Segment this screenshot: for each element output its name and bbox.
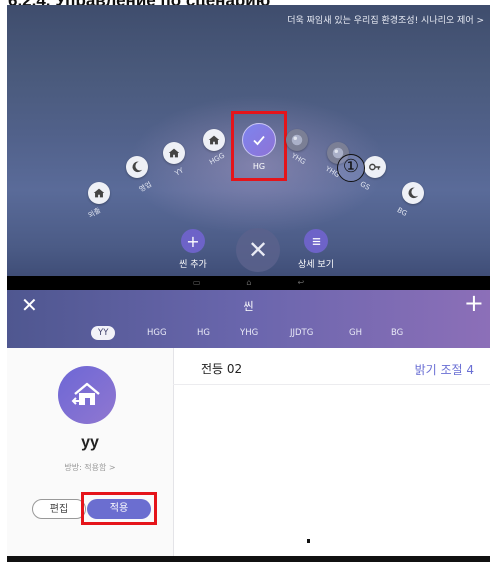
room-apply-link[interactable]: 방방: 적용함 > (7, 462, 173, 473)
recent-apps-icon[interactable]: ↩ (297, 279, 304, 287)
tab-bg[interactable]: BG (391, 326, 403, 340)
list-icon (304, 229, 328, 253)
scene-avatar (58, 366, 116, 424)
scene-bubble-9[interactable] (402, 182, 424, 204)
home-out-icon (93, 188, 105, 198)
scene-bubble-3[interactable] (163, 142, 185, 164)
android-nav-bar-bottom (7, 556, 490, 562)
tab-yhg[interactable]: YHG (240, 326, 258, 340)
moon-icon (132, 161, 143, 173)
scene-summary-card: yy 방방: 적용함 > 편집 적용 (7, 348, 174, 562)
scene-detail-screen: ✕ 씬 + YY HGG HG YHG JJDTG GH BG yy 방방: 적… (7, 290, 490, 562)
home-out-icon (208, 135, 220, 145)
close-icon: ✕ (247, 236, 269, 264)
add-scene-button[interactable]: + 씬 추가 (163, 229, 223, 270)
tab-gh[interactable]: GH (349, 326, 362, 340)
home-icon[interactable]: ⌂ (246, 279, 251, 287)
photo-icon (291, 134, 303, 146)
scene-picker-screen: 더욱 짜임새 있는 우리집 환경조성! 시나리오 제어 > 외출 영업 YY H… (7, 5, 490, 290)
mouse-cursor (307, 539, 310, 543)
scene-bubble-1[interactable] (88, 182, 110, 204)
scene-bubble-4[interactable] (203, 129, 225, 151)
view-details-label: 상세 보기 (298, 260, 334, 270)
moon-icon (408, 187, 419, 199)
highlight-box-apply (81, 492, 157, 525)
scene-bubble-2[interactable] (126, 156, 148, 178)
scene-bubble-8[interactable] (364, 156, 386, 178)
key-icon (369, 163, 381, 171)
home-out-icon (168, 148, 180, 158)
device-action: 밝기 조절 4 (414, 363, 474, 377)
step-marker: ① (337, 154, 365, 182)
add-icon[interactable]: + (464, 291, 484, 315)
scene-detail-header: ✕ 씬 + YY HGG HG YHG JJDTG GH BG (7, 290, 490, 348)
page-title: 씬 (243, 300, 254, 313)
view-details-button[interactable]: 상세 보기 (286, 229, 346, 270)
tab-yy[interactable]: YY (91, 326, 116, 340)
tab-hg[interactable]: HG (197, 326, 210, 340)
scenario-notice-link[interactable]: 더욱 짜임새 있는 우리집 환경조성! 시나리오 제어 > (287, 13, 484, 26)
back-icon[interactable]: ▭ (193, 279, 201, 287)
scene-label-1: 외출 (86, 206, 103, 220)
highlight-box-selected-scene (231, 111, 287, 181)
scene-bubble-6[interactable] (286, 129, 308, 151)
edit-button[interactable]: 편집 (32, 499, 86, 519)
plus-icon: + (181, 229, 205, 253)
android-nav-bar-top: ▭ ⌂ ↩ (7, 276, 490, 290)
scene-label-9: BG (395, 206, 409, 218)
tab-jjdtg[interactable]: JJDTG (290, 326, 313, 340)
scene-name: yy (81, 434, 99, 451)
home-out-icon (71, 382, 100, 405)
add-scene-label: 씬 추가 (179, 260, 207, 270)
device-name: 전등 02 (201, 362, 243, 376)
tab-hgg[interactable]: HGG (147, 326, 167, 340)
close-scene-picker-button[interactable]: ✕ (236, 228, 280, 272)
device-row[interactable]: 전등 02 밝기 조절 4 (173, 348, 490, 385)
